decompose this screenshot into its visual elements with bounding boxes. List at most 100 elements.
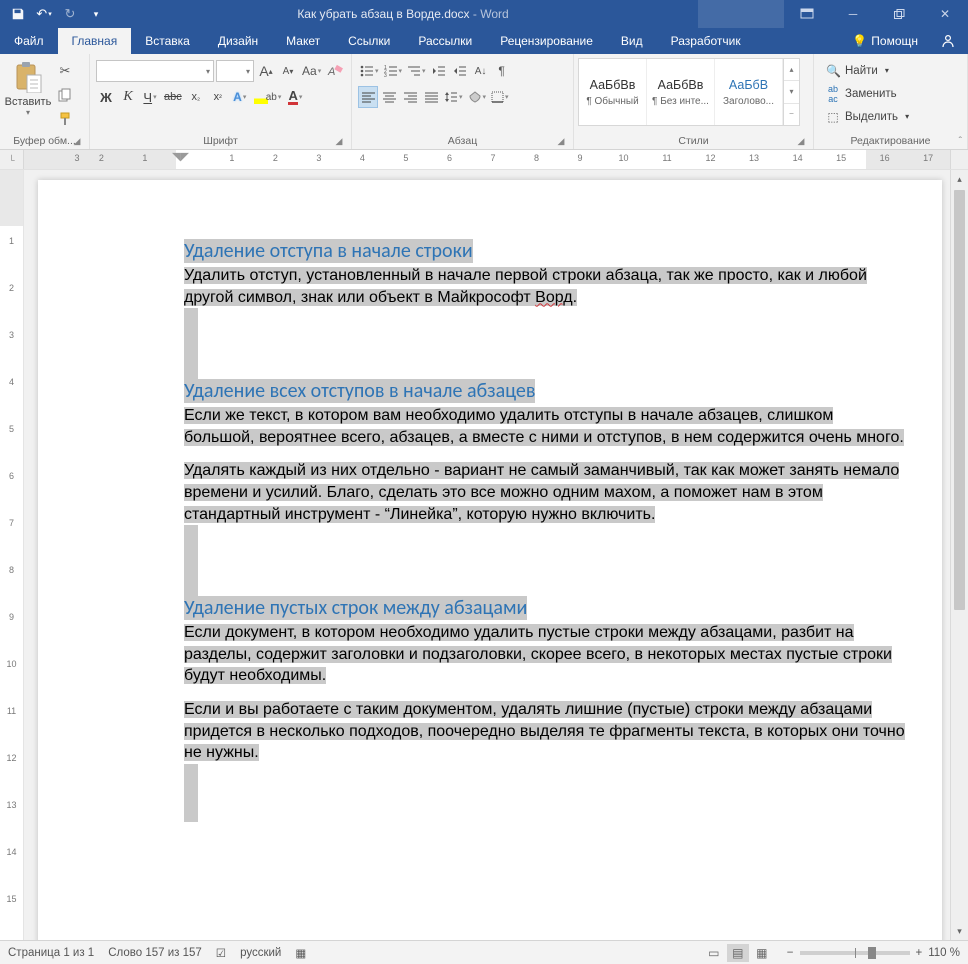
read-mode-icon[interactable]: ▭ [703,944,725,962]
minimize-icon[interactable]: ─ [830,0,876,28]
undo-icon[interactable]: ↶▾ [32,2,56,26]
increase-indent-icon[interactable] [450,60,470,82]
strikethrough-button[interactable]: abc [162,86,184,108]
status-page[interactable]: Страница 1 из 1 [8,947,94,959]
styles-launcher-icon[interactable]: ◢ [795,135,807,147]
print-layout-icon[interactable]: ▤ [727,944,749,962]
shrink-font-icon[interactable]: A▾ [278,60,298,82]
font-color-icon[interactable]: A▾ [285,86,305,108]
tab-insert[interactable]: Вставка [131,28,204,54]
line-spacing-icon[interactable]: ▾ [442,86,465,108]
tab-mailings[interactable]: Рассылки [404,28,486,54]
window-title: Как убрать абзац в Ворде.docx - Word [108,7,698,21]
ruler-vertical[interactable]: 1234 5678 9101112 131415 [0,170,24,940]
clear-formatting-icon[interactable]: A [325,60,345,82]
sort-icon[interactable]: A↓ [471,60,491,82]
replace-button[interactable]: abacЗаменить [822,83,913,104]
style-normal[interactable]: АаБбВв ¶ Обычный [579,59,647,125]
tab-references[interactable]: Ссылки [334,28,404,54]
gallery-more-icon[interactable]: ⎯ [784,104,799,125]
gallery-up-icon[interactable]: ▴ [784,59,799,81]
style-heading1[interactable]: АаБбВ Заголово... [715,59,783,125]
cut-icon[interactable]: ✂ [54,60,76,82]
shading-icon[interactable]: ▾ [466,86,489,108]
zoom-slider[interactable] [800,951,910,955]
font-launcher-icon[interactable]: ◢ [333,135,345,147]
italic-button[interactable]: К [118,86,138,108]
paragraph-launcher-icon[interactable]: ◢ [555,135,567,147]
account-blurred[interactable] [698,0,784,28]
find-button[interactable]: 🔍Найти▾ [822,60,913,81]
zoom-level[interactable]: 110 % [928,947,960,959]
gallery-down-icon[interactable]: ▾ [784,81,799,103]
show-marks-icon[interactable]: ¶ [492,60,512,82]
subscript-button[interactable]: x₂ [186,86,206,108]
underline-button[interactable]: Ч▾ [140,86,160,108]
tab-layout[interactable]: Макет [272,28,334,54]
close-icon[interactable]: ✕ [922,0,968,28]
decrease-indent-icon[interactable] [429,60,449,82]
paste-button[interactable]: Вставить [5,96,52,108]
select-button[interactable]: ⬚Выделить▾ [822,106,913,127]
clipboard-launcher-icon[interactable]: ◢ [71,135,83,147]
para-5: Если и вы работаете с таким документом, … [184,701,905,761]
tab-home[interactable]: Главная [58,28,132,54]
ribbon: Вставить ▾ ✂ Буфер обм... ◢ ▾ [0,54,968,150]
para-1: Удалить отступ, установленный в начале п… [184,267,867,306]
bold-button[interactable]: Ж [96,86,116,108]
copy-icon[interactable] [54,84,76,106]
tab-view[interactable]: Вид [607,28,657,54]
borders-icon[interactable]: ▾ [489,86,511,108]
scroll-thumb[interactable] [954,190,965,610]
tell-me[interactable]: 💡 Помощн [842,28,928,54]
status-language[interactable]: русский [240,947,281,959]
ruler-horizontal[interactable]: ◥◤ 3 21 1234 5678 9101112 13141516 17 [24,150,950,169]
tab-selector-icon[interactable]: └ [0,150,24,169]
bullets-icon[interactable]: ▾ [358,60,381,82]
status-macro-icon[interactable]: ▦ [295,946,306,960]
status-proofing-icon[interactable]: ☑ [216,946,226,960]
text-effects-icon[interactable]: A▾ [230,86,250,108]
align-left-icon[interactable] [358,86,378,108]
scroll-down-icon[interactable]: ▾ [951,922,968,940]
numbering-icon[interactable]: 123▾ [382,60,405,82]
scroll-up-icon[interactable]: ▴ [951,170,968,188]
save-icon[interactable] [6,2,30,26]
share-icon[interactable] [928,28,968,54]
highlight-color-icon[interactable]: ab▾ [252,86,284,108]
justify-icon[interactable] [421,86,441,108]
tab-file[interactable]: Файл [0,28,58,54]
font-name-combo[interactable]: ▾ [96,60,214,82]
multilevel-list-icon[interactable]: ▾ [405,60,428,82]
para-1-err: Ворд [535,289,572,306]
main-area: 1234 5678 9101112 131415 Удаление отступ… [0,170,968,940]
group-editing: 🔍Найти▾ abacЗаменить ⬚Выделить▾ Редактир… [814,54,968,149]
tab-developer[interactable]: Разработчик [657,28,755,54]
format-painter-icon[interactable] [54,108,76,130]
grow-font-icon[interactable]: A▴ [256,60,276,82]
align-center-icon[interactable] [379,86,399,108]
superscript-button[interactable]: x² [208,86,228,108]
ribbon-display-options-icon[interactable] [784,0,830,28]
maximize-icon[interactable] [876,0,922,28]
tab-review[interactable]: Рецензирование [486,28,607,54]
qat-customize-icon[interactable]: ▾ [84,2,108,26]
style-no-spacing[interactable]: АаБбВв ¶ Без инте... [647,59,715,125]
web-layout-icon[interactable]: ▦ [751,944,773,962]
zoom-in-button[interactable]: + [916,947,923,959]
paste-menu-arrow-icon[interactable]: ▾ [26,108,30,117]
titlebar: ↶▾ ↻ ▾ Как убрать абзац в Ворде.docx - W… [0,0,968,28]
group-font: ▾ ▾ A▴ A▾ Aa▾ A Ж К Ч▾ abc x₂ x² A▾ [90,54,352,149]
document-viewport[interactable]: Удаление отступа в начале строки Удалить… [24,170,950,940]
zoom-out-button[interactable]: − [787,947,794,959]
redo-icon[interactable]: ↻ [58,2,82,26]
align-right-icon[interactable] [400,86,420,108]
font-size-combo[interactable]: ▾ [216,60,254,82]
status-words[interactable]: Слово 157 из 157 [108,947,202,959]
tab-design[interactable]: Дизайн [204,28,272,54]
collapse-ribbon-icon[interactable]: ˆ [959,136,962,147]
vertical-scrollbar[interactable]: ▴ ▾ [950,170,968,940]
paste-icon[interactable] [11,60,45,94]
change-case-icon[interactable]: Aa▾ [300,60,323,82]
group-font-label: Шрифт ◢ [94,132,347,149]
